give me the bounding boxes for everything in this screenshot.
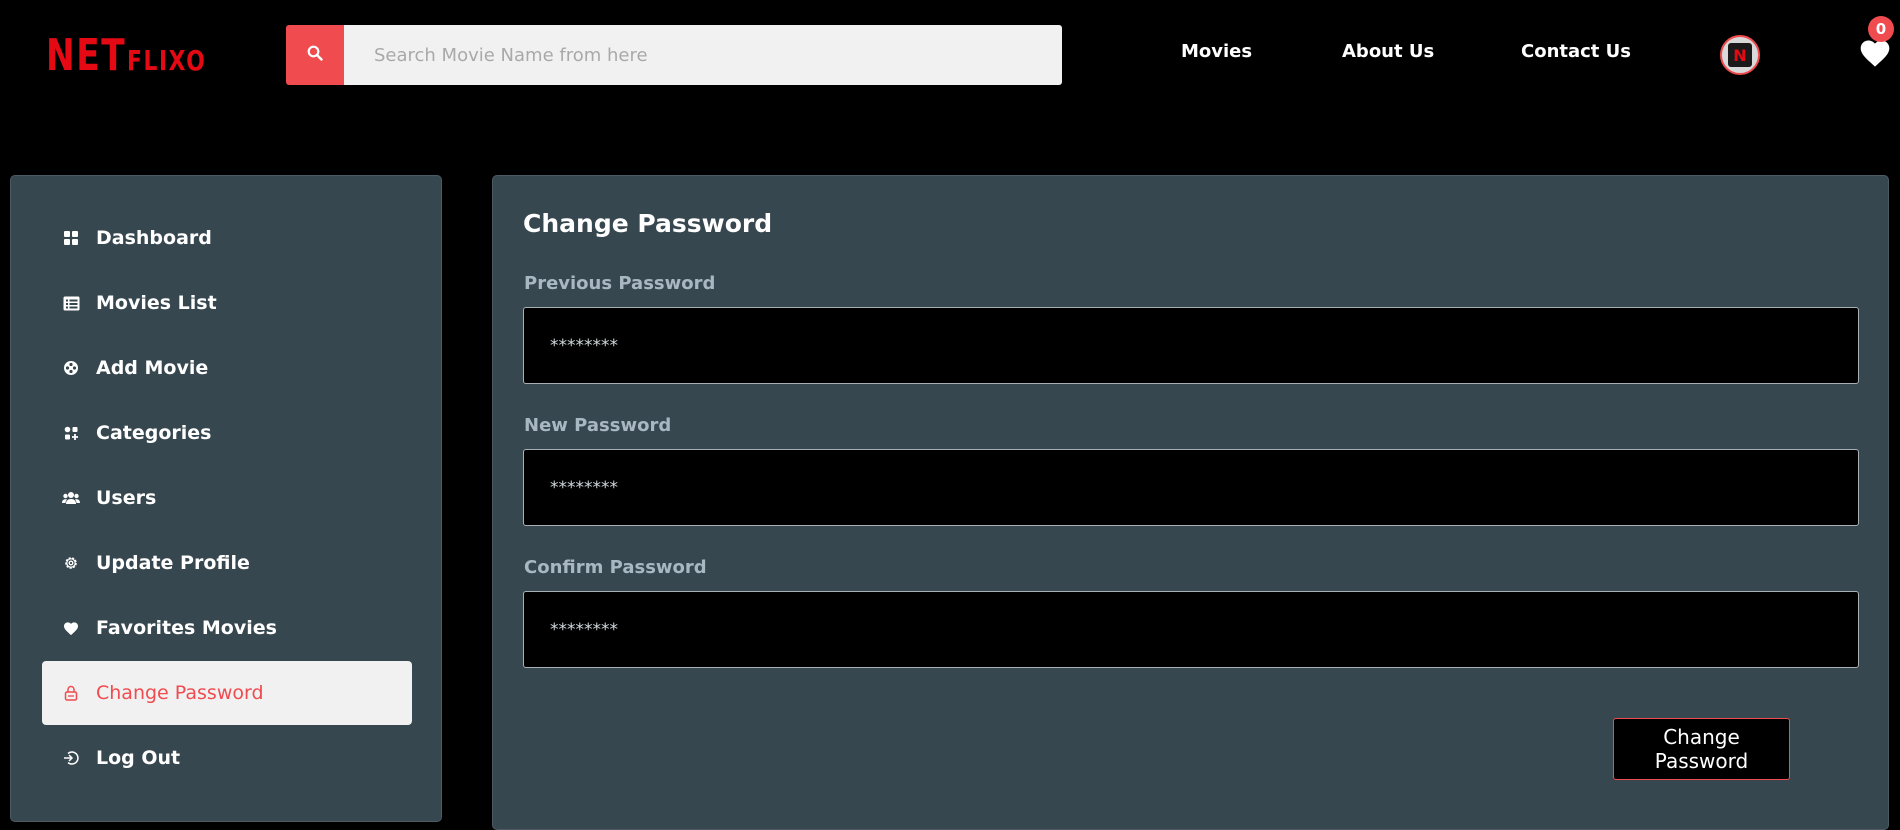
avatar-letter: N [1728,43,1752,67]
sidebar-item-label: Log Out [96,747,181,769]
nav-contact-us[interactable]: Contact Us [1521,41,1631,62]
sidebar-item-label: Change Password [96,682,264,704]
search-button[interactable] [286,25,344,85]
favorites-count-badge: 0 [1868,16,1894,42]
sidebar-item-users[interactable]: Users [42,466,412,530]
sidebar-item-add-movie[interactable]: Add Movie [42,336,412,400]
sidebar-item-label: Categories [96,422,212,444]
page-title: Change Password [523,209,773,238]
favorites-heart-icon[interactable] [1858,38,1894,70]
sidebar-item-update-profile[interactable]: Update Profile [42,531,412,595]
new-password-label: New Password [524,415,672,436]
logo[interactable]: NET FLIXO [46,34,229,78]
nav-movies[interactable]: Movies [1181,41,1252,62]
sidebar-item-label: Dashboard [96,227,212,249]
heart-icon [62,619,80,637]
page: NET FLIXO Movies About Us Contact Us N 0 [0,0,1900,830]
confirm-password-field[interactable] [523,591,1859,668]
logo-small-text: FLIXO [126,44,207,77]
confirm-password-label: Confirm Password [524,557,707,578]
film-reel-icon [62,359,80,377]
sidebar-item-movies-list[interactable]: Movies List [42,271,412,335]
search-icon [307,45,323,65]
users-icon [62,489,80,507]
avatar[interactable]: N [1720,35,1760,75]
sidebar-item-label: Users [96,487,157,509]
previous-password-field[interactable] [523,307,1859,384]
search-bar [286,25,1062,85]
sidebar-item-label: Favorites Movies [96,617,277,639]
sidebar-item-label: Movies List [96,292,217,314]
sidebar-item-dashboard[interactable]: Dashboard [42,206,412,270]
sidebar-item-label: Add Movie [96,357,209,379]
sidebar: Dashboard Movies List Add Movie Categori… [10,175,442,822]
sidebar-item-categories[interactable]: Categories [42,401,412,465]
lock-icon [62,684,80,702]
sidebar-item-label: Update Profile [96,552,250,574]
sidebar-item-log-out[interactable]: Log Out [42,726,412,790]
dashboard-icon [62,229,80,247]
search-input[interactable] [344,25,1062,85]
nav-about-us[interactable]: About Us [1342,41,1434,62]
change-password-button[interactable]: Change Password [1613,718,1790,780]
gear-icon [62,554,80,572]
logo-big-text: NET [46,30,127,81]
previous-password-label: Previous Password [524,273,716,294]
list-icon [62,294,80,312]
sidebar-item-favorites-movies[interactable]: Favorites Movies [42,596,412,660]
categories-icon [62,424,80,442]
new-password-field[interactable] [523,449,1859,526]
logout-icon [62,749,80,767]
change-password-panel: Change Password Previous Password New Pa… [492,175,1889,830]
header: NET FLIXO Movies About Us Contact Us N 0 [0,0,1900,110]
sidebar-item-change-password[interactable]: Change Password [42,661,412,725]
